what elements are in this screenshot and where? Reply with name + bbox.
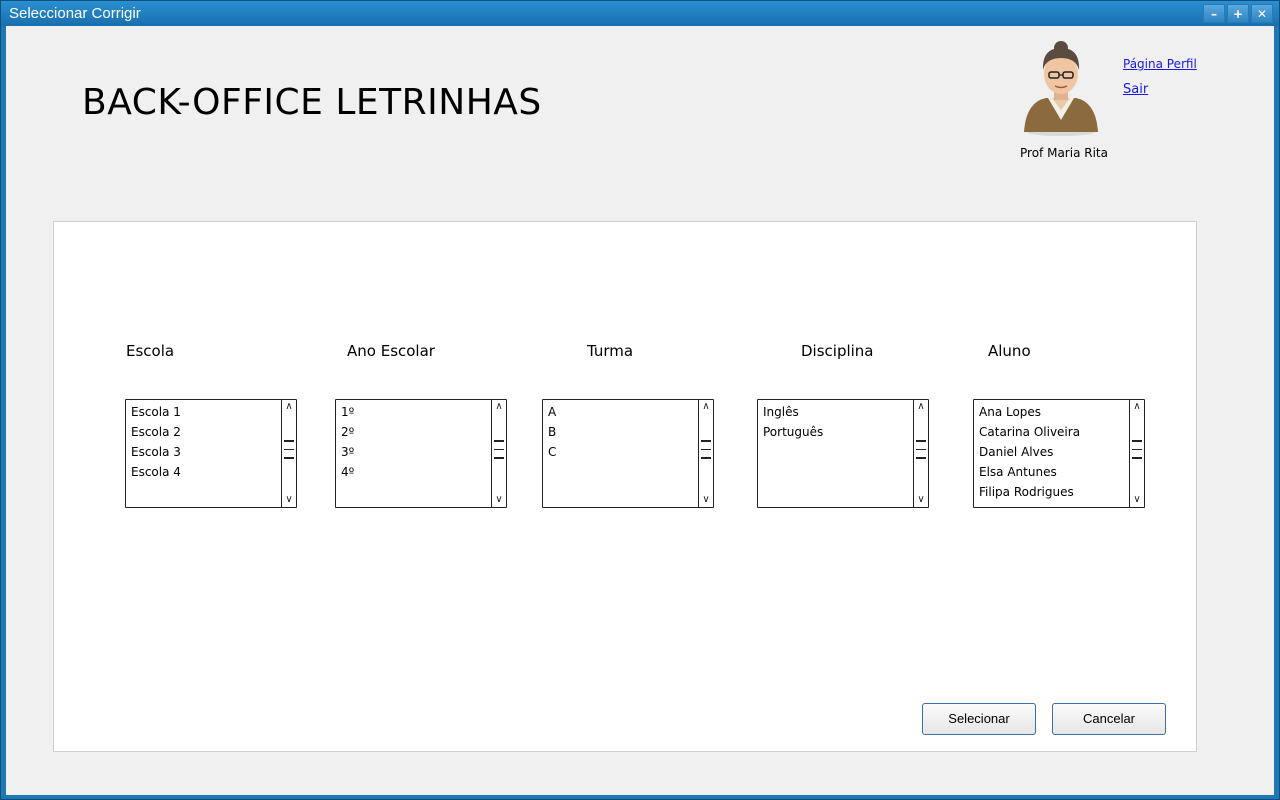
list-item[interactable]: 4º	[341, 462, 490, 482]
scrollbar[interactable]: ∧ ∨	[1129, 400, 1144, 507]
escola-listbox[interactable]: Escola 1 Escola 2 Escola 3 Escola 4 ∧ ∨	[125, 399, 297, 508]
escola-label: Escola	[126, 342, 175, 360]
minimize-button[interactable]: –	[1203, 4, 1225, 23]
select-button[interactable]: Selecionar	[922, 703, 1036, 735]
list-item[interactable]: Português	[763, 422, 912, 442]
chevron-down-icon[interactable]: ∨	[1130, 493, 1144, 507]
scrollbar[interactable]: ∧ ∨	[281, 400, 296, 507]
window-controls: – + ✕	[1203, 4, 1273, 23]
list-item[interactable]: Escola 3	[131, 442, 280, 462]
logout-link[interactable]: Sair	[1123, 82, 1148, 97]
title-bar[interactable]: Seleccionar Corrigir – + ✕	[1, 1, 1279, 26]
list-item[interactable]: Elsa Antunes	[979, 462, 1128, 482]
chevron-down-icon[interactable]: ∨	[914, 493, 928, 507]
aluno-label: Aluno	[988, 342, 1031, 360]
list-item[interactable]: Inglês	[763, 402, 912, 422]
aluno-listbox[interactable]: Ana Lopes Catarina Oliveira Daniel Alves…	[973, 399, 1145, 508]
scroll-thumb[interactable]	[701, 440, 711, 464]
app-window: Seleccionar Corrigir – + ✕ BACK-OFFICE L…	[0, 0, 1280, 800]
ano-escolar-label: Ano Escolar	[347, 342, 435, 360]
user-avatar-icon	[1024, 41, 1098, 136]
ano-escolar-listbox[interactable]: 1º 2º 3º 4º ∧ ∨	[335, 399, 507, 508]
chevron-up-icon[interactable]: ∧	[492, 400, 506, 414]
scrollbar[interactable]: ∧ ∨	[913, 400, 928, 507]
list-item[interactable]: Daniel Alves	[979, 442, 1128, 462]
scroll-thumb[interactable]	[284, 440, 294, 464]
turma-listbox[interactable]: A B C ∧ ∨	[542, 399, 714, 508]
scroll-thumb[interactable]	[494, 440, 504, 464]
disciplina-listbox[interactable]: Inglês Português ∧ ∨	[757, 399, 929, 508]
scrollbar[interactable]: ∧ ∨	[491, 400, 506, 507]
list-item[interactable]: Catarina Oliveira	[979, 422, 1128, 442]
chevron-down-icon[interactable]: ∨	[699, 493, 713, 507]
disciplina-label: Disciplina	[801, 342, 874, 360]
chevron-up-icon[interactable]: ∧	[914, 400, 928, 414]
window-title: Seleccionar Corrigir	[9, 5, 141, 22]
maximize-button[interactable]: +	[1227, 4, 1249, 23]
scrollbar[interactable]: ∧ ∨	[698, 400, 713, 507]
selection-panel: Escola Ano Escolar Turma Disciplina Alun…	[53, 221, 1197, 752]
list-item[interactable]: B	[548, 422, 697, 442]
scroll-thumb[interactable]	[1132, 440, 1142, 464]
chevron-down-icon[interactable]: ∨	[492, 493, 506, 507]
close-button[interactable]: ✕	[1251, 4, 1273, 23]
turma-label: Turma	[587, 342, 634, 360]
list-item[interactable]: C	[548, 442, 697, 462]
list-item[interactable]: Escola 2	[131, 422, 280, 442]
chevron-down-icon[interactable]: ∨	[282, 493, 296, 507]
cancel-button[interactable]: Cancelar	[1052, 703, 1166, 735]
list-item[interactable]: A	[548, 402, 697, 422]
list-item[interactable]: 3º	[341, 442, 490, 462]
scroll-thumb[interactable]	[916, 440, 926, 464]
window-content: BACK-OFFICE LETRINHAS Prof Maria Rita Pá…	[6, 26, 1274, 795]
chevron-up-icon[interactable]: ∧	[282, 400, 296, 414]
list-item[interactable]: Filipa Rodrigues	[979, 482, 1128, 502]
chevron-up-icon[interactable]: ∧	[699, 400, 713, 414]
list-item[interactable]: 2º	[341, 422, 490, 442]
profile-link[interactable]: Página Perfil	[1123, 57, 1197, 71]
list-item[interactable]: Escola 4	[131, 462, 280, 482]
chevron-up-icon[interactable]: ∧	[1130, 400, 1144, 414]
page-title: BACK-OFFICE LETRINHAS	[82, 82, 542, 123]
user-name: Prof Maria Rita	[1020, 146, 1108, 160]
list-item[interactable]: Ana Lopes	[979, 402, 1128, 422]
list-item[interactable]: 1º	[341, 402, 490, 422]
list-item[interactable]: Escola 1	[131, 402, 280, 422]
